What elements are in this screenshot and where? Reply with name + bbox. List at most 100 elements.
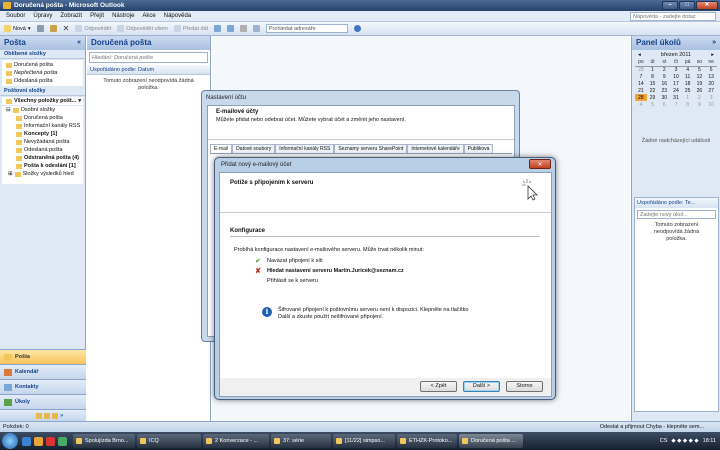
favorite-unread[interactable]: Nepřečtená pošta <box>2 69 83 77</box>
calendar-day[interactable]: 2 <box>658 66 670 73</box>
calendar-day[interactable]: 7 <box>635 73 647 80</box>
folder-search-results[interactable]: ⊞ Složky výsledků hled <box>2 170 83 178</box>
flag-button[interactable] <box>239 25 247 32</box>
taskbar-item[interactable]: Spolujízda Brno... <box>73 434 135 448</box>
calendar-day[interactable]: 23 <box>658 87 670 94</box>
forward-button[interactable]: Předat dál <box>173 25 208 32</box>
calendar-day[interactable]: 6 <box>658 101 670 108</box>
new-task-input[interactable]: Zadejte nový úkol... <box>637 210 716 219</box>
calendar-day[interactable]: 6 <box>705 66 717 73</box>
calendar-day[interactable]: 8 <box>647 73 659 80</box>
taskbar-item[interactable]: [11/22] simpso... <box>333 434 395 448</box>
taskbar-item[interactable]: ETHZK-Protoko... <box>397 434 457 448</box>
folder-list-icon[interactable] <box>44 412 50 419</box>
calendar-day[interactable]: 29 <box>647 94 659 101</box>
address-search-input[interactable]: Prohledat adresáře <box>265 24 348 33</box>
nav-calendar-button[interactable]: Kalendář <box>0 364 86 379</box>
menu-actions[interactable]: Akce <box>142 13 155 19</box>
clock[interactable]: 18:11 <box>703 438 716 444</box>
inbox-search-input[interactable]: Hledání: Doručená pošta <box>89 52 208 63</box>
calendar-day[interactable]: 1 <box>647 66 659 73</box>
calendar-day[interactable]: 4 <box>682 66 694 73</box>
calendar-day[interactable]: 2 <box>694 94 706 101</box>
delete-button[interactable]: ✕ <box>63 24 70 33</box>
address-book-button[interactable] <box>252 25 260 32</box>
menu-view[interactable]: Zobrazit <box>60 13 82 19</box>
tab-data-files[interactable]: Datové soubory <box>232 144 276 153</box>
calendar-day[interactable]: 3 <box>705 94 717 101</box>
folder-outbox[interactable]: Pošta k odeslání [1] <box>2 162 83 170</box>
calendar-day[interactable]: 27 <box>705 87 717 94</box>
configure-buttons-icon[interactable]: » <box>60 413 66 419</box>
cancel-button[interactable]: Storno <box>506 381 543 392</box>
language-indicator[interactable]: CS <box>660 438 668 444</box>
menu-help[interactable]: Nápověda <box>164 13 191 19</box>
nav-mail-button[interactable]: Pošta <box>0 349 86 364</box>
reply-all-button[interactable]: Odpovědět všem <box>117 25 168 32</box>
favorite-sent[interactable]: Odeslaná pošta <box>2 77 83 85</box>
calendar-day[interactable]: 26 <box>694 87 706 94</box>
folder-drafts[interactable]: Koncepty [1] <box>2 130 83 138</box>
taskbar-item[interactable]: ICQ <box>137 434 201 448</box>
folder-inbox[interactable]: Doručená pošta <box>2 114 83 122</box>
new-button[interactable]: Nová ▾ <box>4 25 31 32</box>
arrange-by-header[interactable]: Uspořádáno podle: Datum <box>87 65 210 75</box>
calendar-day[interactable]: 12 <box>694 73 706 80</box>
folder-sent[interactable]: Odeslaná pošta <box>2 146 83 154</box>
calendar-day[interactable]: 3 <box>670 66 682 73</box>
calendar-day[interactable]: 17 <box>670 80 682 87</box>
taskbar-item-outlook[interactable]: Doručená pošta ... <box>459 434 523 448</box>
next-month-icon[interactable]: ▸ <box>711 52 714 58</box>
menu-go[interactable]: Přejít <box>90 13 104 19</box>
taskbar-item[interactable]: 37: série <box>271 434 331 448</box>
prev-month-icon[interactable]: ◂ <box>638 52 641 58</box>
calendar-day[interactable]: 20 <box>705 80 717 87</box>
calendar-day[interactable]: 7 <box>670 101 682 108</box>
calendar-day[interactable]: 25 <box>682 87 694 94</box>
desktop-icon[interactable] <box>58 436 67 446</box>
calendar-day[interactable]: 19 <box>694 80 706 87</box>
calendar-day[interactable]: 11 <box>682 73 694 80</box>
notes-icon[interactable] <box>36 412 42 419</box>
tab-sharepoint[interactable]: Seznamy serveru SharePoint <box>334 144 408 153</box>
calendar-day[interactable]: 31 <box>670 94 682 101</box>
calendar-day[interactable]: 1 <box>682 94 694 101</box>
menu-tools[interactable]: Nástroje <box>112 13 134 19</box>
calendar-day[interactable]: 15 <box>647 80 659 87</box>
folder-deleted[interactable]: Odstraněná pošta (4) <box>2 154 83 162</box>
close-button[interactable]: ✕ <box>696 1 718 10</box>
start-button[interactable] <box>2 433 18 449</box>
calendar-day[interactable]: 5 <box>694 66 706 73</box>
tab-published[interactable]: Publikova <box>463 144 494 153</box>
tray-icons[interactable]: ◆ ◆ ◆ ◆ ◆ <box>671 438 698 444</box>
nav-tasks-button[interactable]: Úkoly <box>0 394 86 409</box>
calendar-day[interactable]: 30 <box>658 94 670 101</box>
taskbar-item[interactable]: 2 Konverzace - ... <box>203 434 269 448</box>
nav-contacts-button[interactable]: Kontakty <box>0 379 86 394</box>
calendar-day[interactable]: 9 <box>694 101 706 108</box>
folder-icon[interactable] <box>34 436 43 446</box>
calendar-day[interactable]: 9 <box>658 73 670 80</box>
calendar-day[interactable]: 10 <box>670 73 682 80</box>
calendar-day[interactable]: 13 <box>705 73 717 80</box>
minimize-button[interactable]: – <box>662 1 678 10</box>
menu-file[interactable]: Soubor <box>6 13 25 19</box>
reply-button[interactable]: Odpovědět <box>75 25 111 32</box>
folder-junk[interactable]: Nevyžádaná pošta <box>2 138 83 146</box>
tab-internet-calendars[interactable]: Internetové kalendáře <box>407 144 464 153</box>
move-button[interactable] <box>49 25 57 32</box>
next-button[interactable]: Další > <box>463 381 500 392</box>
dialog-close-button[interactable]: ✕ <box>529 159 551 169</box>
calendar-day[interactable]: 22 <box>647 87 659 94</box>
media-icon[interactable] <box>46 436 55 446</box>
calendar-day[interactable]: 5 <box>647 101 659 108</box>
maximize-button[interactable]: □ <box>679 1 695 10</box>
tab-rss[interactable]: Informační kanály RSS <box>275 144 335 153</box>
collapse-icon[interactable]: » <box>712 36 716 50</box>
categorize-button[interactable] <box>226 25 234 32</box>
calendar-day[interactable]: 16 <box>658 80 670 87</box>
help-button[interactable] <box>353 25 361 32</box>
send-receive-button[interactable] <box>213 25 221 32</box>
calendar-day-today[interactable]: 28 <box>635 94 647 101</box>
calendar-day[interactable]: 18 <box>682 80 694 87</box>
